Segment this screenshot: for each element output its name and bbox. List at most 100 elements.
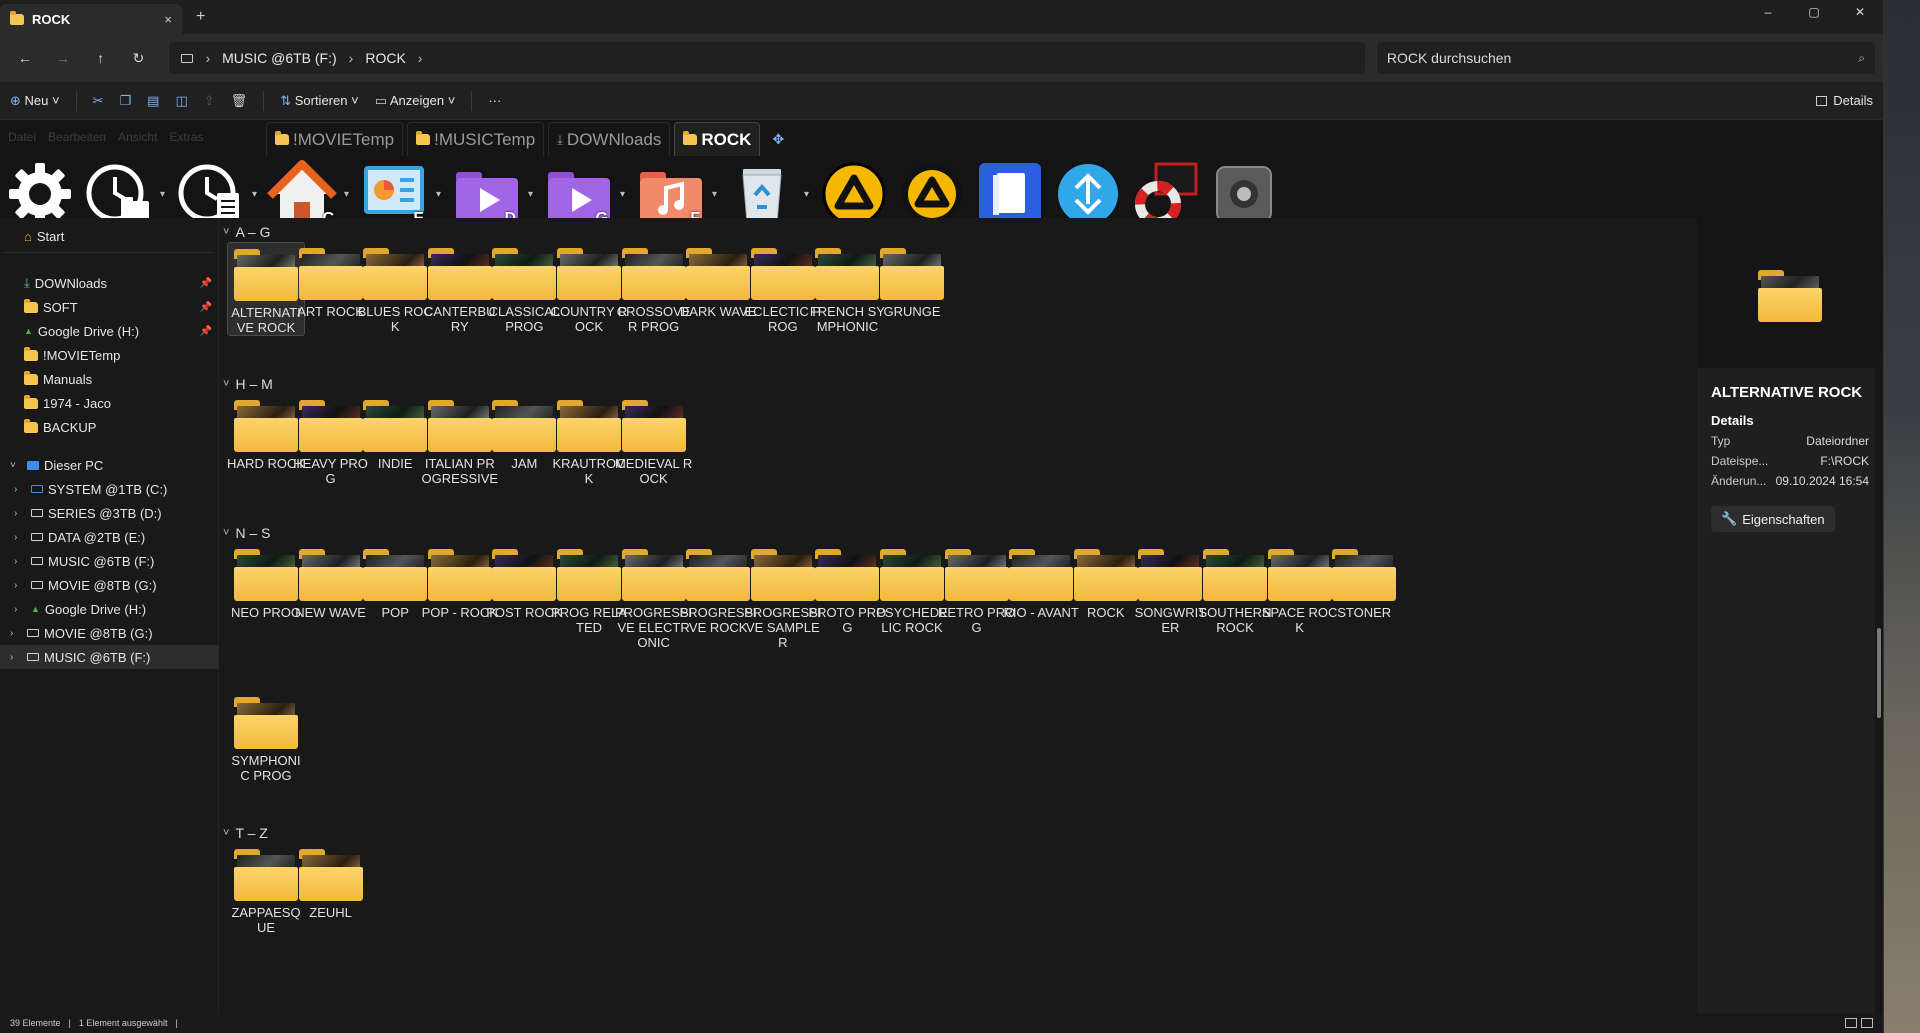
share-icon[interactable]: ⇪	[204, 93, 215, 109]
sidebar-item-this-pc[interactable]: ˅ Dieser PC	[0, 453, 218, 477]
maximize-button[interactable]: ▢	[1791, 0, 1837, 24]
folder-item[interactable]: GRUNGE	[873, 242, 951, 319]
chevron-down-icon[interactable]: ▾	[712, 189, 720, 200]
chevron-down-icon[interactable]: ˅	[223, 827, 229, 839]
sidebar-item[interactable]: 1974 - Jaco	[0, 391, 218, 415]
chevron-right-icon[interactable]: ›	[205, 50, 210, 66]
sidebar-item[interactable]: BACKUP	[0, 415, 218, 439]
folder-item[interactable]: MEDIEVAL ROCK	[615, 394, 693, 486]
sidebar-item-drive[interactable]: › MUSIC @6TB (F:)	[0, 645, 218, 669]
sidebar-item-drive[interactable]: › SERIES @3TB (D:)	[0, 501, 218, 525]
rename-icon[interactable]: ◫	[175, 93, 187, 109]
refresh-button[interactable]: ↻	[122, 50, 156, 67]
more-options-button[interactable]: ···	[488, 93, 501, 108]
menu-view[interactable]: Ansicht	[118, 130, 157, 144]
chevron-down-icon[interactable]: ▾	[804, 189, 812, 200]
add-tab-icon[interactable]: ✥	[772, 131, 784, 148]
folder-tab[interactable]: !MOVIETemp	[266, 122, 404, 156]
up-button[interactable]: ↑	[84, 50, 118, 66]
breadcrumb[interactable]: › MUSIC @6TB (F:) › ROCK ›	[169, 42, 1365, 74]
menu-file[interactable]: Datei	[8, 130, 36, 144]
chevron-right-icon[interactable]: ›	[14, 604, 26, 615]
folder-icon	[24, 346, 38, 361]
search-icon[interactable]: ⌕	[1858, 51, 1865, 66]
chevron-right-icon[interactable]: ›	[14, 532, 26, 543]
view-button[interactable]: ▭ Anzeigen ˅	[375, 93, 456, 109]
sidebar-item-drive[interactable]: › MOVIE @8TB (G:)	[0, 621, 218, 645]
pin-icon[interactable]: 📌	[200, 302, 212, 313]
folder-item[interactable]: SYMPHONIC PROG	[227, 691, 305, 783]
copy-icon[interactable]: ❐	[120, 93, 132, 109]
chevron-down-icon[interactable]: ˅	[223, 378, 229, 390]
scrollbar[interactable]	[1875, 218, 1883, 1013]
menu-edit[interactable]: Bearbeiten	[48, 130, 106, 144]
chevron-down-icon[interactable]: ˅	[223, 527, 229, 539]
sidebar-item[interactable]: ▲ Google Drive (H:) 📌	[0, 319, 218, 343]
folder-tab-row: Datei Bearbeiten Ansicht Extras !MOVIETe…	[0, 120, 1883, 156]
tiles-view-icon[interactable]	[1861, 1018, 1873, 1028]
delete-icon[interactable]: 🗑	[231, 93, 248, 109]
chevron-right-icon[interactable]: ›	[14, 580, 26, 591]
chevron-down-icon[interactable]: ▾	[252, 189, 260, 200]
group-header[interactable]: ˅ A – G	[223, 224, 270, 240]
paste-icon[interactable]: ▤	[147, 93, 159, 109]
chevron-down-icon[interactable]: ˅	[223, 226, 229, 238]
cut-icon[interactable]: ✂	[93, 93, 104, 109]
properties-button[interactable]: 🔧 Eigenschaften	[1711, 506, 1835, 532]
group-header[interactable]: ˅ H – M	[223, 376, 273, 392]
chevron-down-icon[interactable]: ▾	[620, 189, 628, 200]
chevron-right-icon[interactable]: ›	[349, 50, 354, 66]
sidebar-item[interactable]: SOFT 📌	[0, 295, 218, 319]
close-window-button[interactable]: ✕	[1837, 0, 1883, 24]
forward-button[interactable]: →	[46, 50, 80, 66]
drive-icon	[31, 557, 43, 565]
close-tab-icon[interactable]: ×	[164, 12, 172, 27]
sidebar-item[interactable]: ⤓ DOWNloads 📌	[0, 271, 218, 295]
chevron-down-icon[interactable]: ▾	[160, 189, 168, 200]
folder-tab-active[interactable]: ROCK	[674, 122, 761, 156]
sidebar-item-drive[interactable]: › DATA @2TB (E:)	[0, 525, 218, 549]
chevron-right-icon[interactable]: ›	[418, 50, 423, 66]
sidebar-item-drive[interactable]: › SYSTEM @1TB (C:)	[0, 477, 218, 501]
sidebar-item-drive[interactable]: › MOVIE @8TB (G:)	[0, 573, 218, 597]
chevron-down-icon[interactable]: ▾	[528, 189, 536, 200]
chevron-right-icon[interactable]: ›	[14, 484, 26, 495]
group-header[interactable]: ˅ N – S	[223, 525, 270, 541]
sidebar-item-start[interactable]: ⌂ Start	[0, 224, 218, 248]
chevron-right-icon[interactable]: ›	[14, 556, 26, 567]
pin-icon[interactable]: 📌	[200, 326, 212, 337]
folder-item[interactable]: ZEUHL	[292, 843, 370, 920]
sidebar-item[interactable]: !MOVIETemp	[0, 343, 218, 367]
sort-button[interactable]: ⇅ Sortieren ˅	[280, 93, 359, 109]
folder-label: GRUNGE	[883, 304, 941, 319]
sidebar-item-drive[interactable]: › MUSIC @6TB (F:)	[0, 549, 218, 573]
chevron-down-icon[interactable]: ▾	[344, 189, 352, 200]
details-title: ALTERNATIVE ROCK	[1711, 384, 1863, 401]
folder-tab[interactable]: ⤓ DOWNloads	[548, 122, 671, 156]
pin-icon[interactable]: 📌	[200, 278, 212, 289]
folder-item[interactable]: STONER	[1325, 543, 1403, 620]
chevron-down-icon[interactable]: ˅	[10, 460, 22, 471]
chevron-right-icon[interactable]: ›	[10, 628, 22, 639]
sidebar-item[interactable]: Manuals	[0, 367, 218, 391]
new-tab-button[interactable]: +	[196, 8, 205, 26]
menu-extras[interactable]: Extras	[169, 130, 203, 144]
sidebar-item-drive[interactable]: › ▲ Google Drive (H:)	[0, 597, 218, 621]
window-tab-active[interactable]: ROCK ×	[0, 4, 182, 34]
sort-label: Sortieren	[294, 92, 348, 108]
details-toggle[interactable]: Details	[1816, 93, 1873, 108]
chevron-right-icon[interactable]: ›	[10, 652, 22, 663]
minimize-button[interactable]: –	[1745, 0, 1791, 24]
back-button[interactable]: ←	[8, 50, 42, 66]
scrollbar-thumb[interactable]	[1877, 628, 1881, 718]
search-box[interactable]: ROCK durchsuchen ⌕	[1376, 42, 1875, 74]
search-input[interactable]: ROCK durchsuchen	[1387, 50, 1512, 66]
chevron-right-icon[interactable]: ›	[14, 508, 26, 519]
folder-tab[interactable]: !MUSICTemp	[407, 122, 545, 156]
details-view-icon[interactable]	[1845, 1018, 1857, 1028]
breadcrumb-item[interactable]: MUSIC @6TB (F:)	[222, 50, 337, 66]
new-button[interactable]: ⊕ Neu ˅	[10, 93, 60, 109]
breadcrumb-item[interactable]: ROCK	[365, 50, 405, 66]
chevron-down-icon[interactable]: ▾	[436, 189, 444, 200]
group-header[interactable]: ˅ T – Z	[223, 825, 268, 841]
